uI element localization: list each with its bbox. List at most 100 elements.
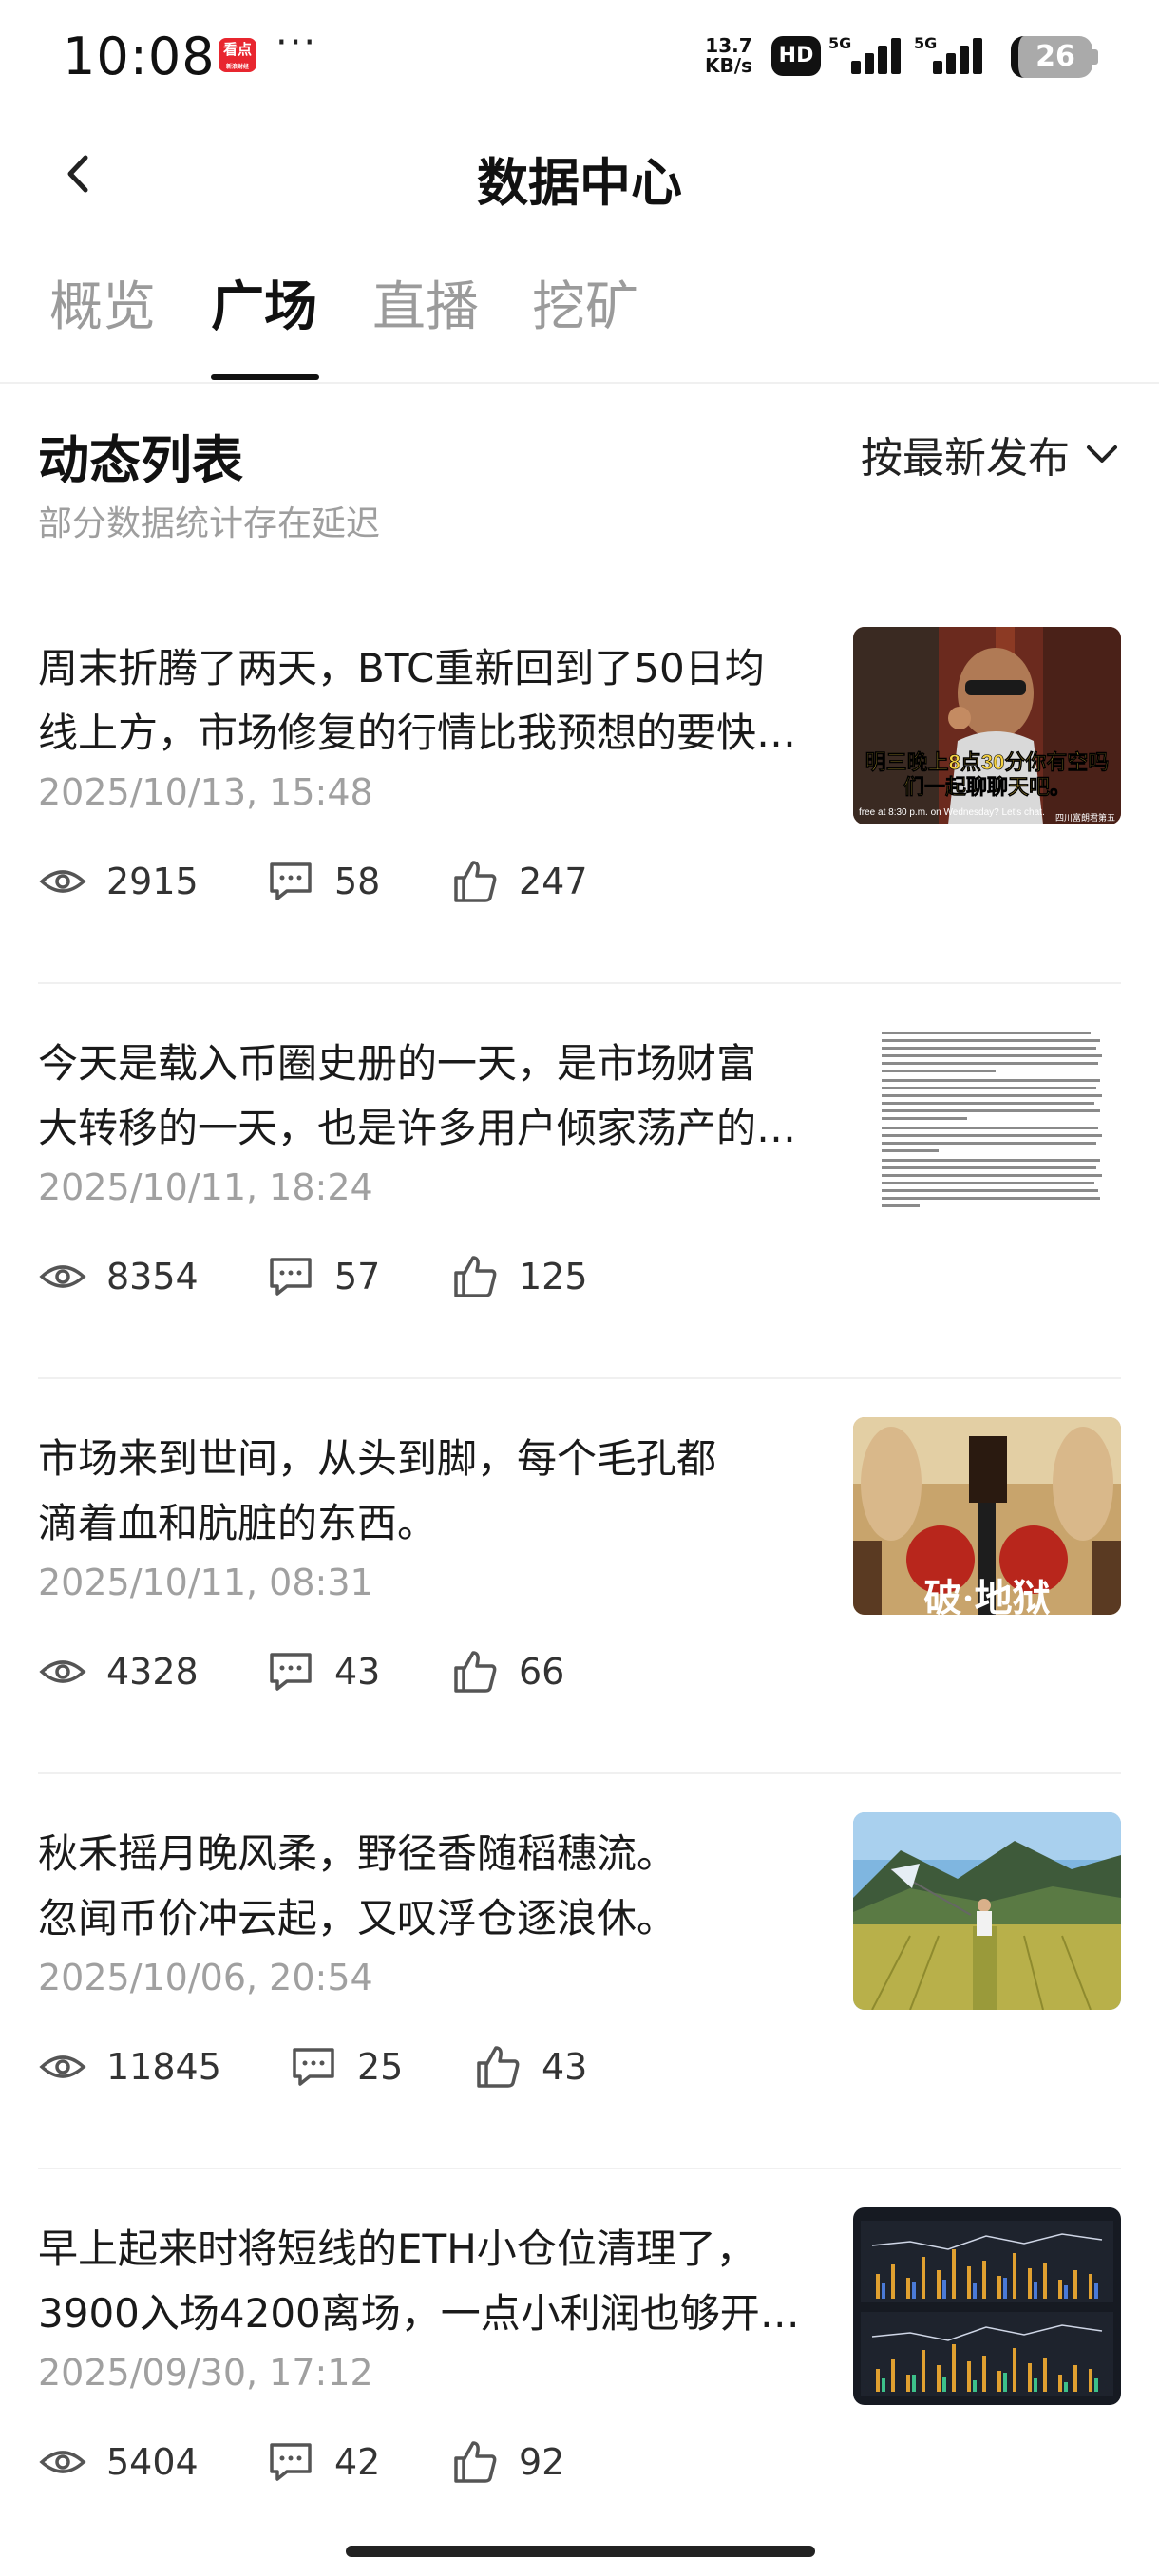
- post-thumbnail[interactable]: [853, 2207, 1121, 2405]
- comments-count: 58: [334, 861, 381, 902]
- status-bar: 10:08 看点 新浪财经 ··· 13.7 KB/s HD 5G 5G 26: [0, 0, 1159, 112]
- sim2-network-type: 5G: [914, 34, 938, 52]
- list-item[interactable]: 今天是载入币圈史册的一天，是市场财富 大转移的一天，也是许多用户倾家荡产的一天。…: [38, 984, 1121, 1379]
- post-text-line: 早上起来时将短线的ETH小仓位清理了，: [38, 2226, 756, 2272]
- sort-label: 按最新发布: [861, 434, 1070, 483]
- comment-icon: [293, 2048, 334, 2086]
- views-stat: 4328: [38, 1643, 199, 1700]
- post-stats: 4328 43 66: [38, 1643, 893, 1700]
- post-text: 今天是载入币圈史册的一天，是市场财富 大转移的一天，也是许多用户倾家荡产的一天。: [38, 1032, 826, 1161]
- post-text: 周末折腾了两天，BTC重新回到了50日均 线上方，市场修复的行情比我预想的要快一…: [38, 636, 826, 766]
- thumbs-up-icon: [454, 2441, 497, 2483]
- likes-stat[interactable]: 92: [450, 2434, 564, 2491]
- signal-sim2-icon: 5G: [914, 34, 992, 78]
- comments-stat[interactable]: 43: [266, 1643, 380, 1700]
- list-item[interactable]: 市场来到世间，从头到脚，每个毛孔都 滴着血和肮脏的东西。 2025/10/11,…: [38, 1379, 1121, 1774]
- post-text: 早上起来时将短线的ETH小仓位清理了， 3900入场4200离场，一点小利润也够…: [38, 2217, 826, 2346]
- comment-icon: [270, 862, 312, 900]
- likes-count: 43: [542, 2046, 588, 2088]
- tab-live[interactable]: 直播: [372, 264, 479, 341]
- tab-mining[interactable]: 挖矿: [532, 264, 638, 341]
- thumb-watermark: 四川富朗君第五: [1055, 812, 1115, 823]
- tab-square[interactable]: 广场: [211, 264, 317, 341]
- views-count: 11845: [106, 2046, 221, 2088]
- post-text-line: 今天是载入币圈史册的一天，是市场财富: [38, 1040, 757, 1087]
- comments-stat[interactable]: 57: [266, 1248, 380, 1305]
- comments-count: 57: [334, 1256, 381, 1297]
- eye-icon: [39, 870, 86, 893]
- thumb-caption: 破·地狱: [923, 1577, 1050, 1615]
- tab-overview[interactable]: 概览: [49, 264, 156, 341]
- likes-count: 247: [519, 861, 588, 902]
- thumbs-up-icon: [477, 2046, 520, 2088]
- home-indicator[interactable]: [346, 2546, 815, 2557]
- sort-dropdown[interactable]: 按最新发布: [861, 426, 1121, 483]
- list-item[interactable]: 周末折腾了两天，BTC重新回到了50日均 线上方，市场修复的行情比我预想的要快一…: [38, 589, 1121, 984]
- views-count: 4328: [106, 1651, 199, 1693]
- section-title: 动态列表: [38, 430, 243, 490]
- views-count: 5404: [106, 2441, 199, 2483]
- post-text-line: 秋禾摇月晚风柔，野径香随稻穗流。: [38, 1830, 677, 1877]
- eye-icon: [39, 1265, 86, 1288]
- post-stats: 2915 58 247: [38, 853, 893, 910]
- post-thumbnail[interactable]: [853, 1812, 1121, 2010]
- tab-bar: 概览 广场 直播 挖矿: [0, 256, 1159, 384]
- signal-sim1-icon: 5G: [828, 34, 906, 78]
- status-time: 10:08: [63, 27, 216, 86]
- thumbs-up-icon: [454, 1256, 497, 1297]
- views-stat: 8354: [38, 1248, 199, 1305]
- post-text-line: 市场来到世间，从头到脚，每个毛孔都: [38, 1435, 717, 1482]
- post-stats: 5404 42 92: [38, 2434, 893, 2491]
- battery-icon: 26: [1011, 36, 1092, 78]
- likes-count: 92: [519, 2441, 565, 2483]
- post-date: 2025/09/30, 17:12: [38, 2352, 373, 2394]
- post-date: 2025/10/11, 08:31: [38, 1562, 373, 1603]
- post-text: 市场来到世间，从头到脚，每个毛孔都 滴着血和肮脏的东西。: [38, 1427, 826, 1556]
- post-list: 周末折腾了两天，BTC重新回到了50日均 线上方，市场修复的行情比我预想的要快一…: [38, 589, 1121, 2565]
- likes-stat[interactable]: 125: [450, 1248, 588, 1305]
- list-item[interactable]: 秋禾摇月晚风柔，野径香随稻穗流。 忽闻币价冲云起，又叹浮仓逐浪休。 2025/1…: [38, 1774, 1121, 2169]
- app-notification-icon: 看点 新浪财经: [218, 38, 256, 72]
- active-tab-indicator: [211, 374, 319, 380]
- post-thumbnail[interactable]: 破·地狱: [853, 1417, 1121, 1615]
- post-text-line: 周末折腾了两天，BTC重新回到了50日均: [38, 645, 765, 691]
- thumbs-up-icon: [454, 861, 497, 902]
- post-text-line: 大转移的一天，也是许多用户倾家荡产的一天。: [38, 1105, 826, 1151]
- eye-icon: [39, 2055, 86, 2078]
- post-thumbnail[interactable]: [853, 1022, 1121, 1220]
- post-thumbnail[interactable]: 明三晚上8点30分你有空吗 们一起聊聊天吧。 free at 8:30 p.m.…: [853, 627, 1121, 824]
- views-count: 2915: [106, 861, 199, 902]
- likes-stat[interactable]: 66: [450, 1643, 564, 1700]
- sim1-network-type: 5G: [828, 34, 852, 52]
- views-count: 8354: [106, 1256, 199, 1297]
- likes-stat[interactable]: 247: [450, 853, 588, 910]
- post-text-line: 忽闻币价冲云起，又叹浮仓逐浪休。: [38, 1895, 677, 1941]
- comment-icon: [270, 1653, 312, 1691]
- network-speed-value: 13.7: [705, 34, 752, 57]
- list-item[interactable]: 早上起来时将短线的ETH小仓位清理了， 3900入场4200离场，一点小利润也够…: [38, 2169, 1121, 2565]
- post-stats: 11845 25 43: [38, 2038, 893, 2095]
- page-title: 数据中心: [477, 153, 682, 213]
- post-text-line: 3900入场4200离场，一点小利润也够开心了。: [38, 2290, 826, 2337]
- comments-stat[interactable]: 58: [266, 853, 380, 910]
- eye-icon: [39, 2451, 86, 2473]
- post-date: 2025/10/06, 20:54: [38, 1957, 373, 1998]
- post-text: 秋禾摇月晚风柔，野径香随稻穗流。 忽闻币价冲云起，又叹浮仓逐浪休。: [38, 1822, 826, 1951]
- more-notifications-icon: ···: [276, 21, 318, 65]
- network-speed: 13.7 KB/s: [705, 36, 752, 76]
- post-date: 2025/10/13, 15:48: [38, 771, 373, 813]
- post-text-line: 线上方，市场修复的行情比我预想的要快一些。: [38, 710, 826, 756]
- comments-stat[interactable]: 42: [266, 2434, 380, 2491]
- hd-voice-badge: HD: [771, 36, 821, 76]
- likes-stat[interactable]: 43: [473, 2038, 587, 2095]
- comments-stat[interactable]: 25: [289, 2038, 403, 2095]
- post-date: 2025/10/11, 18:24: [38, 1166, 373, 1208]
- comments-count: 43: [334, 1651, 381, 1693]
- nav-header: 数据中心: [0, 112, 1159, 236]
- thumb-caption-2: 们一起聊聊天吧。: [903, 775, 1071, 799]
- likes-count: 125: [519, 1256, 588, 1297]
- comment-icon: [270, 1258, 312, 1296]
- thumbs-up-icon: [454, 1651, 497, 1693]
- views-stat: 5404: [38, 2434, 199, 2491]
- comments-count: 42: [334, 2441, 381, 2483]
